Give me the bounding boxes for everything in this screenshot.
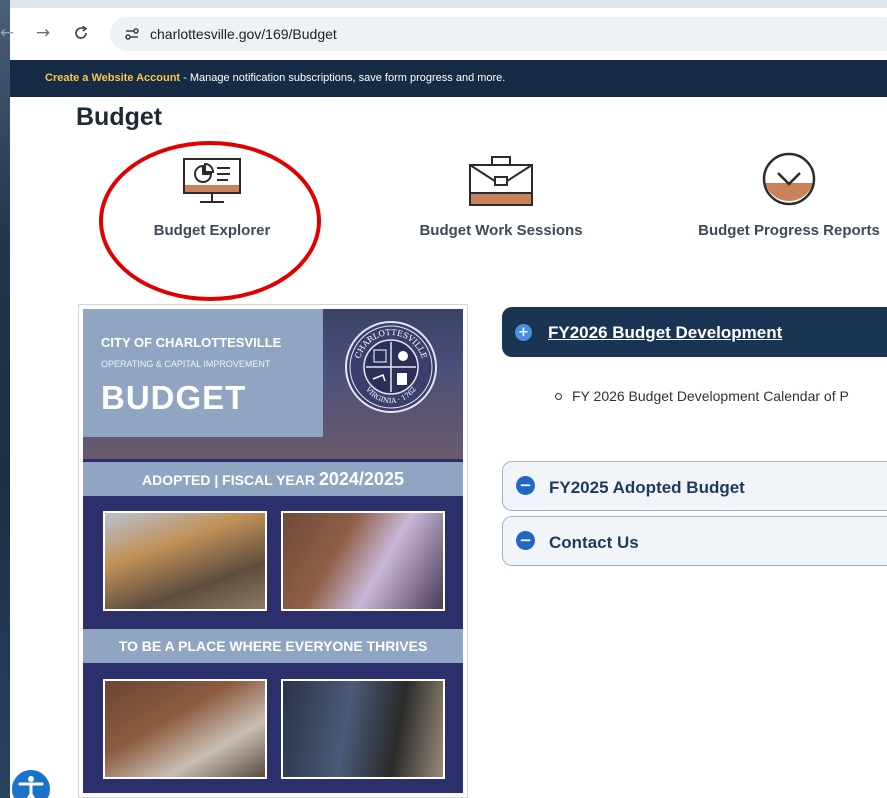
highlight-circle — [99, 141, 321, 301]
cover-city: CITY OF CHARLOTTESVILLE — [101, 335, 282, 350]
band-year: 2024/2025 — [318, 469, 404, 489]
band-prefix: ADOPTED | FISCAL YEAR — [142, 472, 319, 488]
browser-chrome: ← → charlottesville.gov/169/Budget — [0, 0, 887, 60]
cover-band-adopted: ADOPTED | FISCAL YEAR 2024/2025 — [83, 462, 463, 496]
briefcase-icon — [469, 156, 533, 206]
accordion-fy2025[interactable]: − FY2025 Adopted Budget — [502, 461, 887, 511]
back-icon[interactable]: ← — [0, 22, 18, 44]
minus-icon[interactable]: − — [516, 531, 535, 550]
cover-title-box: CITY OF CHARLOTTESVILLE OPERATING & CAPI… — [83, 309, 323, 437]
cover-photo-walkers — [281, 679, 445, 779]
list-item-text[interactable]: FY 2026 Budget Development Calendar of P — [572, 388, 849, 404]
accordion-list-item[interactable]: FY 2026 Budget Development Calendar of P — [555, 388, 849, 404]
accordion-title[interactable]: FY2026 Budget Development — [548, 323, 782, 343]
page-content: Budget Budget Explorer Budget Work Sessi… — [10, 97, 887, 798]
background-edge — [0, 0, 10, 798]
budget-cover-image[interactable]: CITY OF CHARLOTTESVILLE OPERATING & CAPI… — [78, 304, 468, 798]
accessibility-icon[interactable] — [10, 768, 52, 798]
cover-photo-mural — [281, 511, 445, 611]
reload-icon[interactable] — [70, 22, 92, 44]
banner-text: Create a Website Account - Manage notifi… — [45, 72, 505, 84]
page-title: Budget — [76, 103, 163, 131]
accordion-title[interactable]: Contact Us — [549, 533, 639, 553]
accordion-contact-us[interactable]: − Contact Us — [502, 516, 887, 566]
banner-message: - Manage notification subscriptions, sav… — [180, 72, 506, 84]
accordion-title[interactable]: FY2025 Adopted Budget — [549, 478, 745, 498]
quick-link-label: Budget Progress Reports — [698, 222, 880, 239]
cover-band-motto: TO BE A PLACE WHERE EVERYONE THRIVES — [83, 629, 463, 663]
cover-photo-pedestrian-mall — [103, 511, 267, 611]
budget-progress-reports-link[interactable]: Budget Progress Reports — [689, 152, 887, 239]
plus-icon[interactable]: + — [515, 324, 532, 341]
city-seal-icon: CHARLOTTESVILLE VIRGINIA · 1762 — [345, 321, 437, 413]
cover-budget: BUDGET — [101, 379, 247, 416]
cover-artwork: CITY OF CHARLOTTESVILLE OPERATING & CAPI… — [83, 309, 463, 793]
address-bar[interactable]: charlottesville.gov/169/Budget — [110, 17, 887, 51]
minus-icon[interactable]: − — [516, 476, 535, 495]
budget-work-sessions-link[interactable]: Budget Work Sessions — [401, 156, 601, 239]
cover-photo-street — [103, 679, 267, 779]
create-account-link[interactable]: Create a Website Account — [45, 72, 180, 84]
quick-link-label: Budget Work Sessions — [419, 222, 583, 239]
forward-icon[interactable]: → — [32, 22, 54, 44]
chevron-circle-icon — [762, 152, 816, 206]
url-text[interactable]: charlottesville.gov/169/Budget — [150, 26, 337, 42]
bullet-icon — [555, 392, 562, 400]
notification-banner: Create a Website Account - Manage notifi… — [10, 60, 887, 97]
accordion-fy2026[interactable]: + FY2026 Budget Development — [502, 307, 887, 357]
site-settings-icon[interactable] — [124, 26, 140, 42]
tab-strip-edge — [10, 0, 887, 8]
cover-subtitle: OPERATING & CAPITAL IMPROVEMENT — [101, 359, 271, 369]
